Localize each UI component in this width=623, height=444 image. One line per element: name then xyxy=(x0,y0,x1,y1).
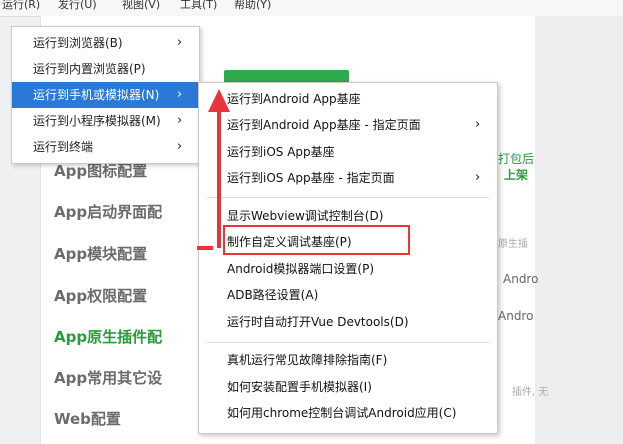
red-arrow-icon xyxy=(197,89,230,250)
